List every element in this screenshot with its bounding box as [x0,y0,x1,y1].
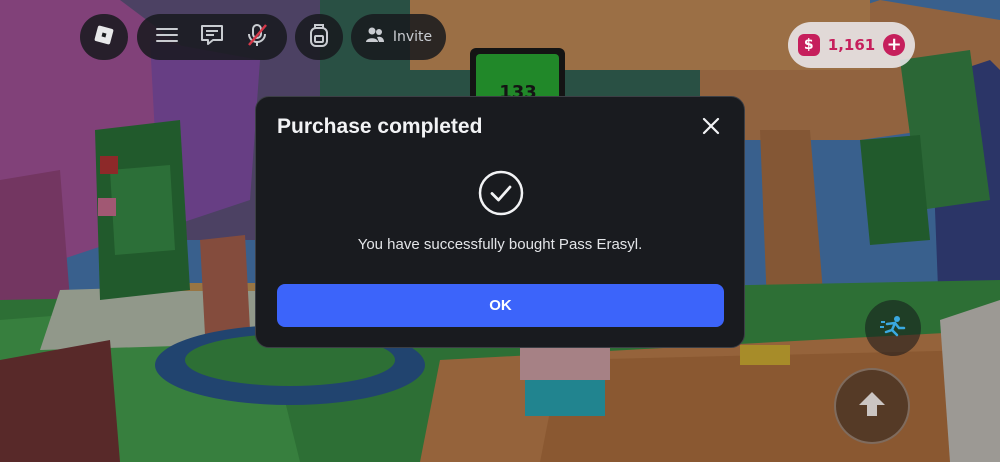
mic-muted-icon[interactable] [244,22,270,52]
people-icon [365,26,385,48]
hamburger-icon[interactable] [154,25,180,49]
invite-button[interactable]: Invite [351,14,446,60]
jump-button[interactable] [834,368,910,444]
currency-display[interactable]: $ 1,161 + [788,22,915,68]
add-currency-button[interactable]: + [883,34,906,56]
sprint-button[interactable] [865,300,921,356]
sprint-icon [879,314,907,342]
close-button[interactable] [696,113,726,143]
backpack-button[interactable] [295,14,343,60]
top-menu-group [137,14,287,60]
currency-amount: 1,161 [827,36,876,54]
purchase-dialog: Purchase completed You have successfully… [255,96,745,348]
check-circle-icon [477,169,525,217]
backpack-icon [307,22,331,52]
ok-button[interactable]: OK [277,284,724,327]
dialog-title: Purchase completed [277,115,483,138]
chat-icon[interactable] [199,23,225,51]
dialog-message: You have successfully bought Pass Erasyl… [357,236,643,253]
currency-coin-icon: $ [797,34,820,56]
close-icon [701,116,721,140]
jump-arrow-icon [857,390,887,422]
invite-label: Invite [392,29,433,45]
roblox-logo-icon [92,23,116,51]
roblox-menu-button[interactable] [80,14,128,60]
